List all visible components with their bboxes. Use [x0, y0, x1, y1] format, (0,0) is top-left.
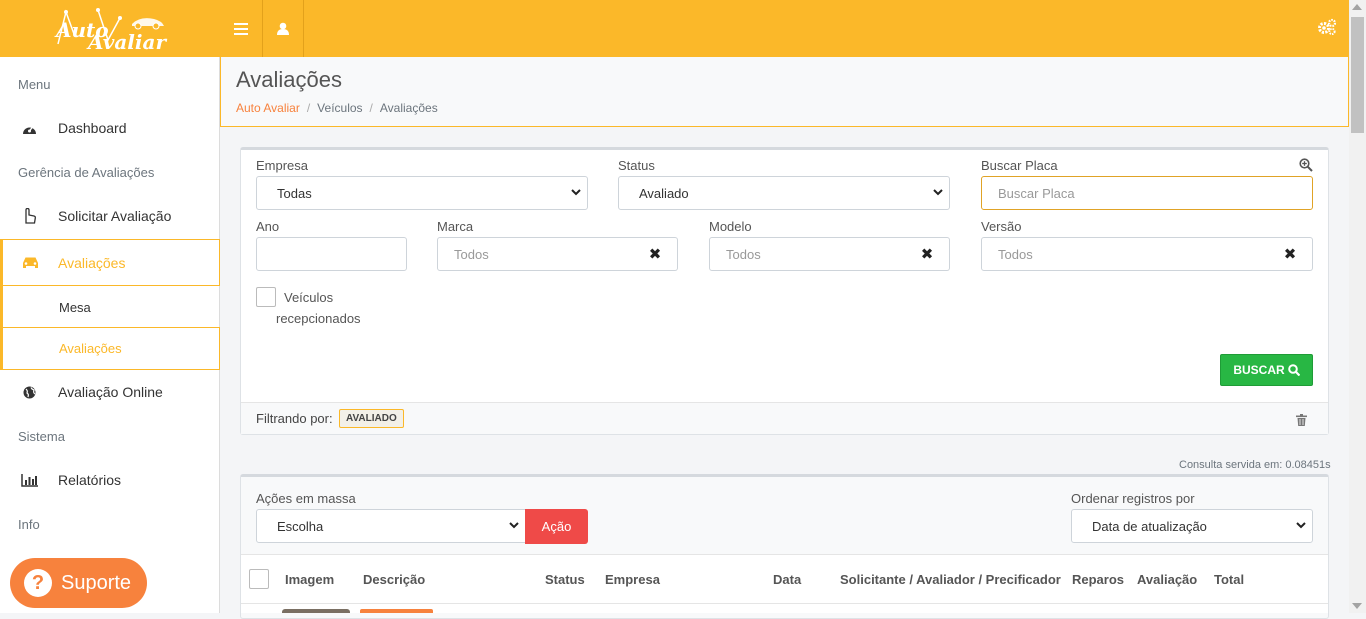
- column-header-total[interactable]: Total: [1214, 572, 1244, 587]
- marca-clear-button[interactable]: ✖: [633, 237, 678, 271]
- breadcrumb-home-link[interactable]: Auto Avaliar: [236, 101, 300, 115]
- vehicle-thumbnail[interactable]: [282, 609, 350, 613]
- versao-label: Versão: [981, 219, 1022, 234]
- column-header-imagem[interactable]: Imagem: [285, 572, 334, 587]
- bar-chart-icon: [0, 473, 58, 487]
- modelo-label: Modelo: [709, 219, 752, 234]
- acao-button[interactable]: Ação: [525, 509, 588, 544]
- trash-icon[interactable]: [1296, 414, 1307, 426]
- zoom-in-icon[interactable]: [1299, 158, 1313, 172]
- column-header-data[interactable]: Data: [773, 572, 801, 587]
- buscar-button[interactable]: BUSCAR: [1220, 354, 1313, 386]
- logo-text-avaliar: Avaliar: [88, 30, 166, 54]
- scroll-down-arrow-icon[interactable]: [1352, 603, 1362, 609]
- empresa-value: Todas: [277, 185, 312, 201]
- sidebar-item-avaliacoes[interactable]: Avaliações: [0, 239, 220, 286]
- status-label: Status: [618, 158, 655, 173]
- acoes-em-massa-select[interactable]: Escolha: [256, 509, 526, 543]
- ano-input[interactable]: [256, 237, 407, 271]
- versao-clear-button[interactable]: ✖: [1268, 237, 1313, 271]
- empresa-label: Empresa: [256, 158, 309, 173]
- app-logo[interactable]: Auto Avaliar: [50, 4, 170, 54]
- sidebar-subitem-avaliacoes[interactable]: Avaliações: [0, 327, 220, 370]
- search-icon: [1287, 364, 1300, 376]
- sidebar-item-dashboard[interactable]: Dashboard: [0, 106, 220, 150]
- ordenar-label: Ordenar registros por: [1071, 491, 1195, 506]
- sidebar-item-label: Relatórios: [58, 472, 122, 488]
- page-header: Avaliações Auto Avaliar / Veículos / Avaliaç…: [220, 57, 1349, 127]
- support-label: Suporte: [61, 571, 132, 594]
- column-header-avaliacao[interactable]: Avaliação: [1137, 572, 1197, 587]
- column-header-empresa[interactable]: Empresa: [605, 572, 660, 587]
- versao-input[interactable]: Todos: [981, 237, 1269, 271]
- buscar-placa-label: Buscar Placa: [981, 158, 1058, 173]
- sidebar-item-label: Dashboard: [58, 120, 127, 136]
- acoes-em-massa-label: Ações em massa: [256, 491, 356, 506]
- scroll-up-arrow-icon[interactable]: [1352, 4, 1362, 10]
- buscar-placa-input[interactable]: Buscar Placa: [981, 176, 1313, 210]
- select-all-checkbox[interactable]: [249, 569, 269, 589]
- column-header-reparos[interactable]: Reparos: [1072, 572, 1124, 587]
- buscar-label: BUSCAR: [1233, 363, 1285, 377]
- breadcrumb-current: Avaliações: [379, 101, 438, 115]
- gears-icon: [1318, 18, 1337, 36]
- user-icon: [277, 22, 289, 35]
- settings-button[interactable]: [1316, 16, 1338, 38]
- column-header-descricao[interactable]: Descrição: [363, 572, 425, 587]
- recepcionados-label-line1: Veículos: [284, 290, 334, 305]
- sidebar-section-menu: Menu: [18, 77, 51, 92]
- chevron-down-icon: [571, 189, 581, 196]
- menu-toggle-button[interactable]: [222, 0, 260, 57]
- marca-label: Marca: [437, 219, 474, 234]
- marca-input[interactable]: Todos: [437, 237, 634, 271]
- filtrando-label: Filtrando por:: [256, 411, 333, 426]
- page-title: Avaliações: [236, 67, 342, 92]
- car-icon: [3, 256, 58, 269]
- sidebar-subitem-mesa[interactable]: Mesa: [0, 286, 220, 328]
- question-icon: ?: [24, 569, 52, 597]
- ordenar-select[interactable]: Data de atualização: [1071, 509, 1313, 543]
- sidebar-item-label: Avaliação Online: [58, 384, 163, 400]
- row-status-tag: [360, 609, 433, 613]
- recepcionados-checkbox[interactable]: [256, 287, 276, 307]
- sidebar-item-label: Solicitar Avaliação: [58, 208, 172, 224]
- status-filter-badge: AVALIADO: [339, 409, 404, 428]
- pointer-hand-icon: [0, 208, 58, 224]
- sidebar-section-info: Info: [18, 517, 40, 532]
- globe-icon: [0, 386, 58, 399]
- sidebar-item-solicitar-avaliacao[interactable]: Solicitar Avaliação: [0, 194, 220, 238]
- sidebar-item-avaliacao-online[interactable]: Avaliação Online: [0, 370, 220, 414]
- ordenar-value: Data de atualização: [1092, 518, 1207, 534]
- column-header-status[interactable]: Status: [545, 572, 585, 587]
- query-time-text: Consulta servida em: 0.08451s: [1179, 459, 1331, 471]
- sidebar-item-label: Avaliações: [58, 254, 126, 271]
- chevron-down-icon: [1296, 522, 1306, 529]
- acoes-value: Escolha: [277, 518, 324, 534]
- dashboard-icon: [0, 122, 58, 135]
- recepcionados-label-line2: recepcionados: [276, 311, 361, 326]
- chevron-down-icon: [509, 522, 519, 529]
- breadcrumb-veiculos-link[interactable]: Veículos: [317, 101, 362, 115]
- empresa-select[interactable]: Todas: [256, 176, 588, 210]
- filter-summary-bar: [241, 402, 1328, 434]
- status-value: Avaliado: [639, 185, 689, 201]
- top-navbar: [0, 0, 1349, 57]
- hamburger-icon: [234, 22, 248, 35]
- support-button[interactable]: ? Suporte: [10, 558, 147, 608]
- table-header-divider: [241, 603, 1328, 604]
- user-menu-button[interactable]: [262, 0, 304, 57]
- chevron-down-icon: [933, 189, 943, 196]
- ano-label: Ano: [256, 219, 280, 234]
- breadcrumb: Auto Avaliar / Veículos / Avaliações: [236, 101, 438, 115]
- sidebar-item-relatorios[interactable]: Relatórios: [0, 458, 220, 502]
- column-header-solicitante[interactable]: Solicitante / Avaliador / Precificador: [840, 572, 1061, 587]
- status-select[interactable]: Avaliado: [618, 176, 950, 210]
- sidebar-section-sistema: Sistema: [18, 429, 65, 444]
- scrollbar-thumb[interactable]: [1351, 17, 1364, 133]
- modelo-input[interactable]: Todos: [709, 237, 906, 271]
- modelo-clear-button[interactable]: ✖: [905, 237, 950, 271]
- sidebar-section-gerencia: Gerência de Avaliações: [18, 165, 155, 180]
